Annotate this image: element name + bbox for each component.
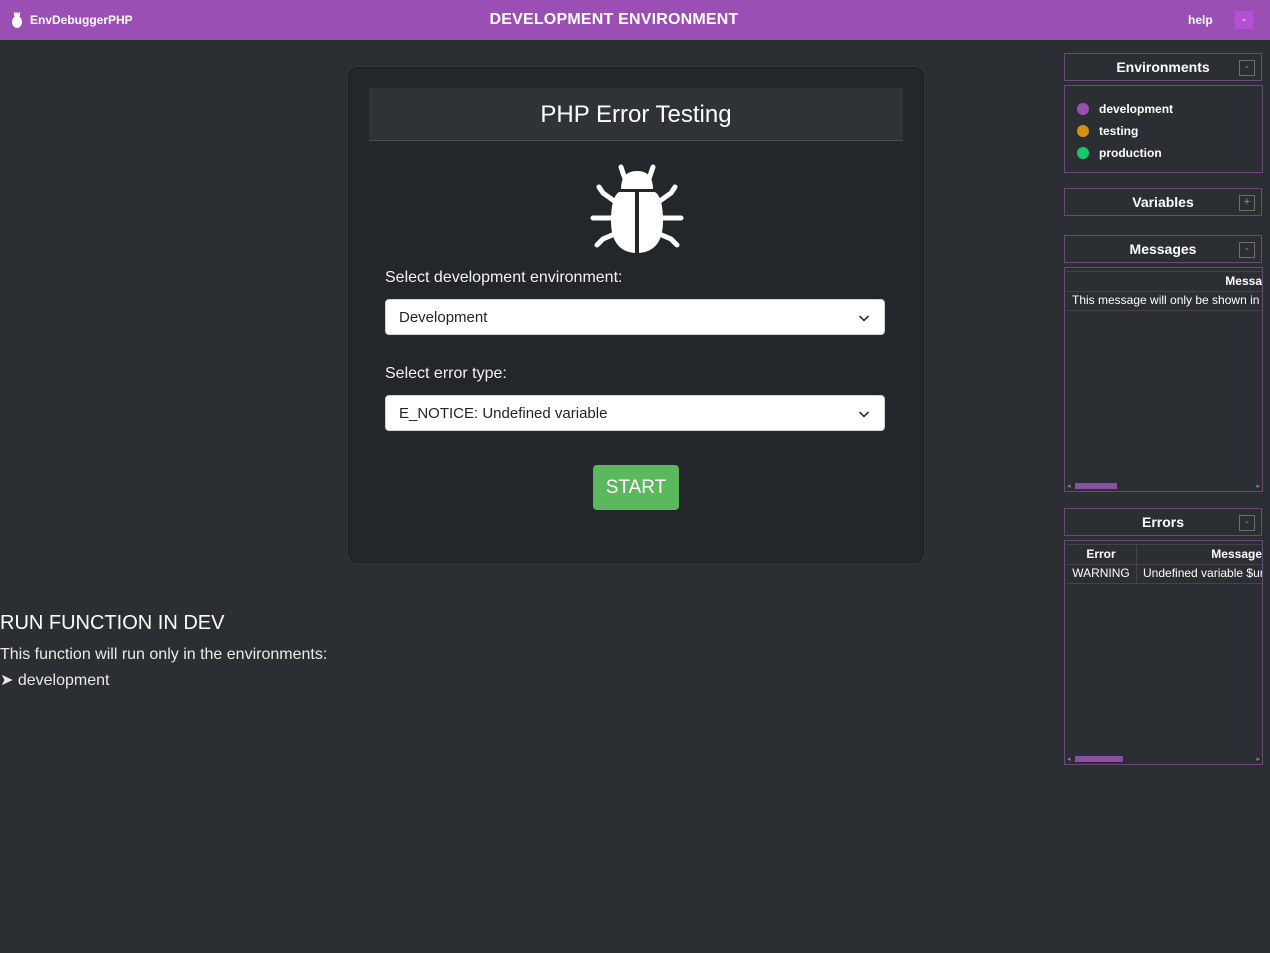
errors-horizontal-scrollbar[interactable]: ◂ ▸ (1067, 755, 1260, 763)
error-message-cell: Undefined variable $ur (1143, 566, 1262, 580)
messages-panel-title: Messages (1129, 241, 1197, 257)
scroll-right-icon[interactable]: ▸ (1256, 755, 1260, 763)
error-testing-card: PHP Error Testing Select development env… (348, 67, 924, 563)
env-item-label: development (1099, 102, 1174, 116)
scroll-left-icon[interactable]: ◂ (1067, 755, 1071, 763)
environments-panel-body: development testing production (1064, 85, 1263, 173)
help-link[interactable]: help (1188, 13, 1213, 27)
variables-panel-header[interactable]: Variables + (1064, 188, 1262, 216)
error-type-select-value: E_NOTICE: Undefined variable (399, 405, 608, 422)
env-item-label: production (1099, 146, 1162, 160)
errors-panel-body: Error Message WARNING Undefined variable… (1064, 540, 1263, 765)
environment-select[interactable]: Development (385, 299, 885, 335)
error-type-label: Select error type: (385, 365, 507, 382)
top-bar: EnvDebuggerPHP DEVELOPMENT ENVIRONMENT h… (0, 0, 1270, 40)
env-item-label: testing (1099, 124, 1139, 138)
environments-panel-title: Environments (1116, 59, 1210, 75)
errors-table-header: Error Message (1066, 544, 1262, 565)
bug-icon (590, 164, 684, 253)
env-item-production: production (1077, 146, 1162, 160)
collapse-toolbar-button[interactable]: - (1235, 11, 1253, 29)
messages-collapse-button[interactable]: - (1239, 242, 1255, 258)
run-function-description: This function will run only in the envir… (0, 646, 328, 663)
variables-expand-button[interactable]: + (1239, 195, 1255, 211)
errors-panel-header[interactable]: Errors - (1064, 508, 1262, 536)
env-item-development: development (1077, 102, 1173, 116)
errors-collapse-button[interactable]: - (1239, 515, 1255, 531)
error-type-cell: WARNING (1066, 564, 1137, 583)
page-title: DEVELOPMENT ENVIRONMENT (489, 11, 739, 28)
messages-panel-body: Messa This message will only be shown in… (1064, 267, 1263, 492)
chevron-down-icon (858, 411, 870, 418)
scrollbar-thumb[interactable] (1075, 756, 1123, 762)
scroll-left-icon[interactable]: ◂ (1067, 482, 1071, 490)
run-function-env: ➤ development (0, 672, 110, 689)
scroll-right-icon[interactable]: ▸ (1256, 482, 1260, 490)
development-dot-icon (1077, 103, 1089, 115)
table-row: WARNING Undefined variable $ur (1066, 564, 1262, 584)
errors-panel-title: Errors (1141, 514, 1185, 530)
message-column-header: Message (1211, 547, 1262, 561)
message-text: This message will only be shown in (1072, 293, 1260, 307)
production-dot-icon (1077, 147, 1089, 159)
messages-table: Messa This message will only be shown in (1066, 269, 1262, 491)
error-column-header: Error (1066, 545, 1137, 564)
messages-table-header: Messa (1066, 271, 1262, 292)
messages-column-header: Messa (1225, 274, 1262, 288)
chevron-down-icon (858, 315, 870, 322)
environments-panel-header[interactable]: Environments - (1064, 53, 1262, 81)
start-button[interactable]: START (593, 465, 679, 510)
table-row: This message will only be shown in (1066, 291, 1262, 311)
environment-select-value: Development (399, 309, 488, 326)
env-item-testing: testing (1077, 124, 1138, 138)
error-type-select[interactable]: E_NOTICE: Undefined variable (385, 395, 885, 431)
environments-collapse-button[interactable]: - (1239, 60, 1255, 76)
card-title: PHP Error Testing (369, 88, 903, 141)
scrollbar-thumb[interactable] (1075, 483, 1117, 489)
testing-dot-icon (1077, 125, 1089, 137)
messages-panel-header[interactable]: Messages - (1064, 235, 1262, 263)
env-select-label: Select development environment: (385, 269, 623, 286)
variables-panel-title: Variables (1132, 194, 1194, 210)
messages-horizontal-scrollbar[interactable]: ◂ ▸ (1067, 482, 1260, 490)
run-function-title: RUN FUNCTION IN DEV (0, 612, 225, 634)
errors-table: Error Message WARNING Undefined variable… (1066, 542, 1262, 764)
